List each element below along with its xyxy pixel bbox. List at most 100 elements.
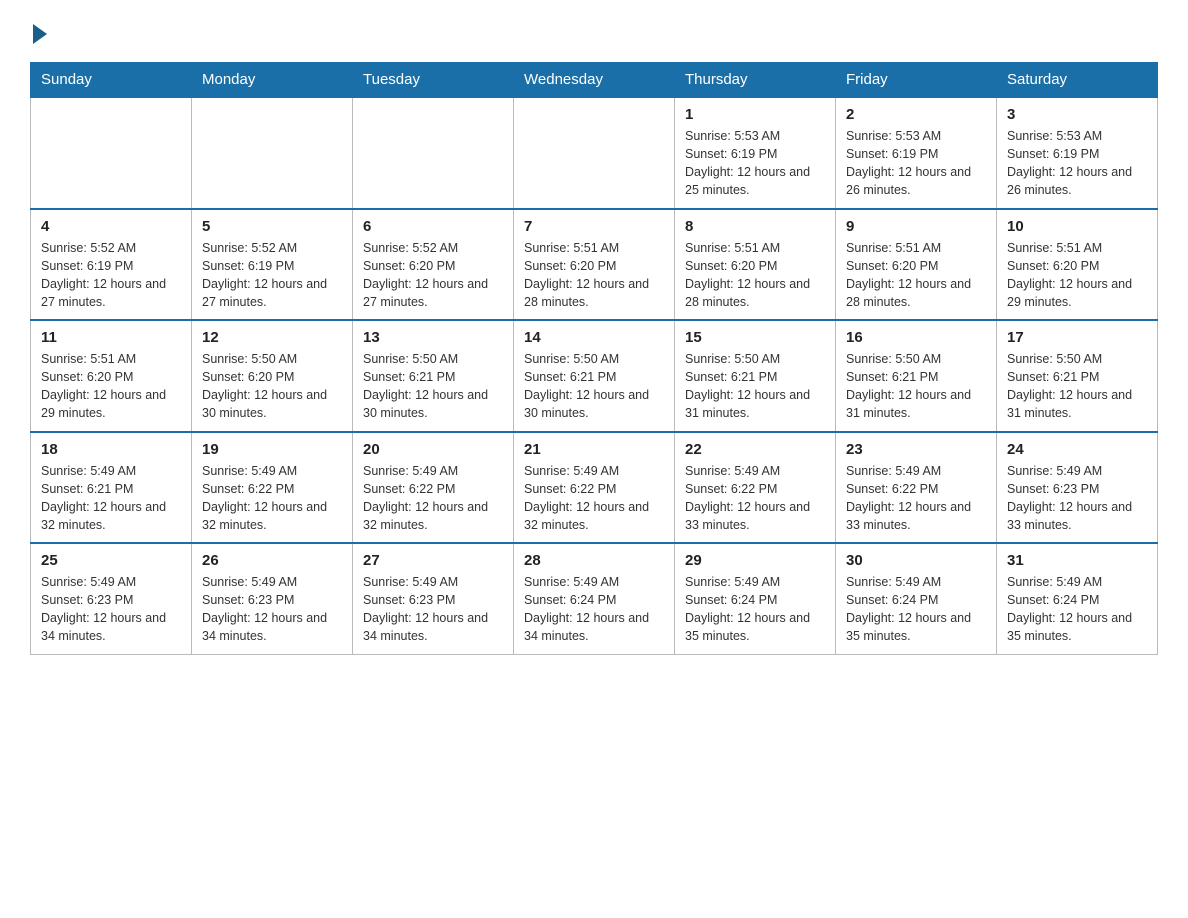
calendar-cell: 27Sunrise: 5:49 AM Sunset: 6:23 PM Dayli… [353,543,514,654]
day-number: 1 [685,106,825,123]
day-info: Sunrise: 5:50 AM Sunset: 6:20 PM Dayligh… [202,350,342,423]
calendar-cell: 25 Sunrise: 5:49 AM Sunset: 6:23 PM Dayli… [31,543,192,654]
calendar-cell: 12Sunrise: 5:50 AM Sunset: 6:20 PM Dayli… [192,320,353,432]
calendar-cell: 19 Sunrise: 5:49 AM Sunset: 6:22 PM Dayli… [192,432,353,544]
day-info: Sunrise: 5:49 AM Sunset: 6:21 PM Dayligh… [41,462,181,535]
day-info: Sunrise: 5:52 AM Sunset: 6:19 PM Dayligh… [202,239,342,312]
day-number: 26 [202,552,342,569]
day-info: Sunrise: 5:49 AM Sunset: 6:23 PM Dayligh… [202,573,342,646]
calendar-cell: 26 Sunrise: 5:49 AM Sunset: 6:23 PM Dayli… [192,543,353,654]
day-info: Sunrise: 5:49 AM Sunset: 6:22 PM Dayligh… [363,462,503,535]
day-info: Sunrise: 5:50 AM Sunset: 6:21 PM Dayligh… [1007,350,1147,423]
day-info: Sunrise: 5:49 AM Sunset: 6:24 PM Dayligh… [1007,573,1147,646]
calendar-cell: 16 Sunrise: 5:50 AM Sunset: 6:21 PM Dayli… [836,320,997,432]
calendar-cell: 9 Sunrise: 5:51 AM Sunset: 6:20 PM Daylig… [836,209,997,321]
day-info: Sunrise: 5:51 AM Sunset: 6:20 PM Dayligh… [846,239,986,312]
day-info: Sunrise: 5:51 AM Sunset: 6:20 PM Dayligh… [41,350,181,423]
day-number: 8 [685,218,825,235]
weekday-header-sunday: Sunday [31,63,192,98]
day-number: 19 [202,441,342,458]
calendar-cell [192,97,353,209]
calendar-cell: 17 Sunrise: 5:50 AM Sunset: 6:21 PM Dayli… [997,320,1158,432]
day-info: Sunrise: 5:51 AM Sunset: 6:20 PM Dayligh… [1007,239,1147,312]
calendar-cell: 14Sunrise: 5:50 AM Sunset: 6:21 PM Dayli… [514,320,675,432]
logo-arrow-icon [33,24,47,44]
day-number: 13 [363,329,503,346]
day-number: 15 [685,329,825,346]
calendar-cell: 2 Sunrise: 5:53 AM Sunset: 6:19 PM Daylig… [836,97,997,209]
calendar-cell: 31 Sunrise: 5:49 AM Sunset: 6:24 PM Dayli… [997,543,1158,654]
day-info: Sunrise: 5:50 AM Sunset: 6:21 PM Dayligh… [363,350,503,423]
calendar-cell [353,97,514,209]
calendar-cell: 23 Sunrise: 5:49 AM Sunset: 6:22 PM Dayli… [836,432,997,544]
calendar-cell [31,97,192,209]
day-number: 4 [41,218,181,235]
calendar-cell: 29 Sunrise: 5:49 AM Sunset: 6:24 PM Dayli… [675,543,836,654]
day-number: 16 [846,329,986,346]
calendar-cell: 6Sunrise: 5:52 AM Sunset: 6:20 PM Daylig… [353,209,514,321]
day-number: 29 [685,552,825,569]
calendar-cell: 1 Sunrise: 5:53 AM Sunset: 6:19 PM Daylig… [675,97,836,209]
day-info: Sunrise: 5:53 AM Sunset: 6:19 PM Dayligh… [685,127,825,200]
day-info: Sunrise: 5:50 AM Sunset: 6:21 PM Dayligh… [524,350,664,423]
day-info: Sunrise: 5:50 AM Sunset: 6:21 PM Dayligh… [846,350,986,423]
week-row-4: 18 Sunrise: 5:49 AM Sunset: 6:21 PM Dayli… [31,432,1158,544]
weekday-header-friday: Friday [836,63,997,98]
calendar-cell: 21Sunrise: 5:49 AM Sunset: 6:22 PM Dayli… [514,432,675,544]
day-info: Sunrise: 5:49 AM Sunset: 6:22 PM Dayligh… [685,462,825,535]
day-info: Sunrise: 5:49 AM Sunset: 6:23 PM Dayligh… [1007,462,1147,535]
day-number: 9 [846,218,986,235]
calendar-cell: 20Sunrise: 5:49 AM Sunset: 6:22 PM Dayli… [353,432,514,544]
calendar-cell: 11 Sunrise: 5:51 AM Sunset: 6:20 PM Dayli… [31,320,192,432]
day-number: 2 [846,106,986,123]
day-number: 5 [202,218,342,235]
day-info: Sunrise: 5:53 AM Sunset: 6:19 PM Dayligh… [846,127,986,200]
day-info: Sunrise: 5:49 AM Sunset: 6:24 PM Dayligh… [685,573,825,646]
day-number: 7 [524,218,664,235]
day-info: Sunrise: 5:49 AM Sunset: 6:22 PM Dayligh… [202,462,342,535]
day-info: Sunrise: 5:51 AM Sunset: 6:20 PM Dayligh… [524,239,664,312]
weekday-header-wednesday: Wednesday [514,63,675,98]
week-row-2: 4 Sunrise: 5:52 AM Sunset: 6:19 PM Daylig… [31,209,1158,321]
day-number: 18 [41,441,181,458]
calendar-cell: 13 Sunrise: 5:50 AM Sunset: 6:21 PM Dayli… [353,320,514,432]
calendar-cell: 24 Sunrise: 5:49 AM Sunset: 6:23 PM Dayli… [997,432,1158,544]
calendar-cell: 4 Sunrise: 5:52 AM Sunset: 6:19 PM Daylig… [31,209,192,321]
day-info: Sunrise: 5:53 AM Sunset: 6:19 PM Dayligh… [1007,127,1147,200]
day-number: 22 [685,441,825,458]
logo [30,20,47,44]
page-header [30,20,1158,44]
day-info: Sunrise: 5:49 AM Sunset: 6:22 PM Dayligh… [846,462,986,535]
week-row-5: 25 Sunrise: 5:49 AM Sunset: 6:23 PM Dayli… [31,543,1158,654]
day-number: 11 [41,329,181,346]
day-number: 25 [41,552,181,569]
day-number: 21 [524,441,664,458]
day-info: Sunrise: 5:49 AM Sunset: 6:23 PM Dayligh… [363,573,503,646]
calendar-cell: 3Sunrise: 5:53 AM Sunset: 6:19 PM Daylig… [997,97,1158,209]
day-info: Sunrise: 5:52 AM Sunset: 6:20 PM Dayligh… [363,239,503,312]
calendar-cell: 30Sunrise: 5:49 AM Sunset: 6:24 PM Dayli… [836,543,997,654]
calendar-cell: 5 Sunrise: 5:52 AM Sunset: 6:19 PM Daylig… [192,209,353,321]
weekday-header-thursday: Thursday [675,63,836,98]
calendar-cell: 15Sunrise: 5:50 AM Sunset: 6:21 PM Dayli… [675,320,836,432]
day-info: Sunrise: 5:52 AM Sunset: 6:19 PM Dayligh… [41,239,181,312]
day-number: 10 [1007,218,1147,235]
calendar-cell: 8 Sunrise: 5:51 AM Sunset: 6:20 PM Daylig… [675,209,836,321]
day-info: Sunrise: 5:49 AM Sunset: 6:23 PM Dayligh… [41,573,181,646]
week-row-1: 1 Sunrise: 5:53 AM Sunset: 6:19 PM Daylig… [31,97,1158,209]
weekday-header-monday: Monday [192,63,353,98]
weekday-header-row: SundayMondayTuesdayWednesdayThursdayFrid… [31,63,1158,98]
calendar-cell [514,97,675,209]
day-info: Sunrise: 5:49 AM Sunset: 6:24 PM Dayligh… [846,573,986,646]
calendar-cell: 7 Sunrise: 5:51 AM Sunset: 6:20 PM Daylig… [514,209,675,321]
calendar-table: SundayMondayTuesdayWednesdayThursdayFrid… [30,62,1158,655]
day-number: 28 [524,552,664,569]
calendar-cell: 10 Sunrise: 5:51 AM Sunset: 6:20 PM Dayli… [997,209,1158,321]
day-number: 23 [846,441,986,458]
day-number: 31 [1007,552,1147,569]
day-number: 24 [1007,441,1147,458]
week-row-3: 11 Sunrise: 5:51 AM Sunset: 6:20 PM Dayli… [31,320,1158,432]
day-number: 17 [1007,329,1147,346]
day-info: Sunrise: 5:51 AM Sunset: 6:20 PM Dayligh… [685,239,825,312]
day-info: Sunrise: 5:49 AM Sunset: 6:24 PM Dayligh… [524,573,664,646]
